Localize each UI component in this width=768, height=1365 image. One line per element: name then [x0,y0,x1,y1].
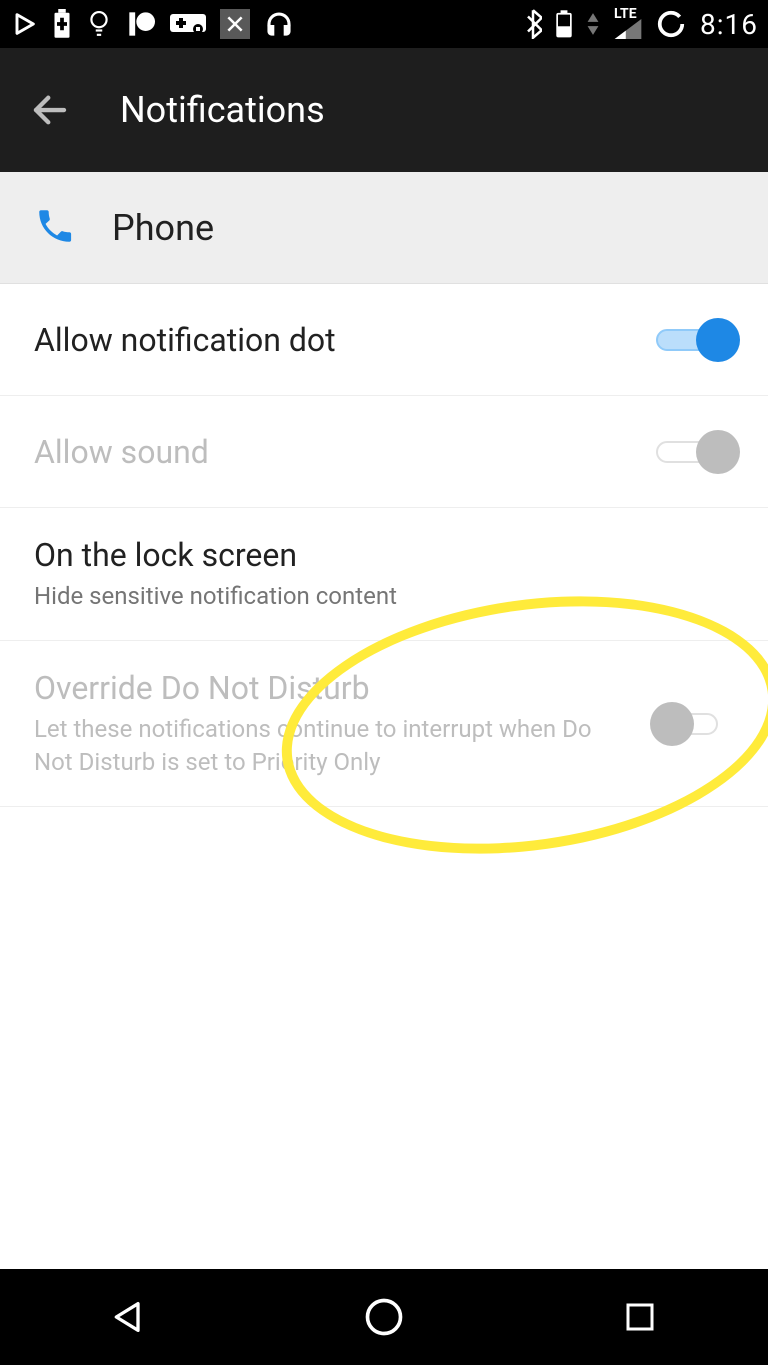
status-bar-left [10,8,294,40]
toggle-override-dnd [656,701,734,747]
app-bar: Notifications [0,48,768,172]
setting-title: On the lock screen [34,536,714,574]
back-button[interactable] [20,80,80,140]
setting-override-dnd: Override Do Not Disturb Let these notifi… [0,641,768,807]
app-header: Phone [0,172,768,284]
lightbulb-icon [86,8,112,40]
nav-recent-button[interactable] [612,1289,668,1345]
setting-subtitle: Let these notifications continue to inte… [34,713,636,778]
setting-subtitle: Hide sensitive notification content [34,580,714,612]
setting-title: Allow notification dot [34,321,636,359]
settings-list: Allow notification dot Allow sound On th… [0,284,768,807]
nav-home-button[interactable] [356,1289,412,1345]
toggle-allow-sound [656,429,734,475]
headphones-icon [264,9,294,39]
close-app-icon [220,9,250,39]
setting-title: Allow sound [34,433,636,471]
page-title: Notifications [120,89,325,131]
data-arrows-icon [586,11,600,37]
patreon-icon [126,10,156,38]
battery-charging-icon [52,9,72,39]
network-label: LTE [614,9,637,19]
bluetooth-icon [524,9,542,39]
play-icon [10,10,38,38]
setting-lock-screen[interactable]: On the lock screen Hide sensitive notifi… [0,508,768,641]
nav-back-button[interactable] [100,1289,156,1345]
navigation-bar [0,1269,768,1365]
setting-allow-notification-dot[interactable]: Allow notification dot [0,284,768,396]
gamepad-icon [170,12,206,36]
toggle-allow-notification-dot[interactable] [656,317,734,363]
loading-icon [656,9,686,39]
status-bar: LTE 8:16 [0,0,768,48]
setting-allow-sound: Allow sound [0,396,768,508]
setting-title: Override Do Not Disturb [34,669,636,707]
clock: 8:16 [700,8,758,41]
signal-lte-icon: LTE [614,9,642,39]
app-name: Phone [112,207,214,249]
status-bar-right: LTE 8:16 [524,8,758,41]
battery-status-icon [556,10,572,38]
phone-icon [34,205,76,251]
